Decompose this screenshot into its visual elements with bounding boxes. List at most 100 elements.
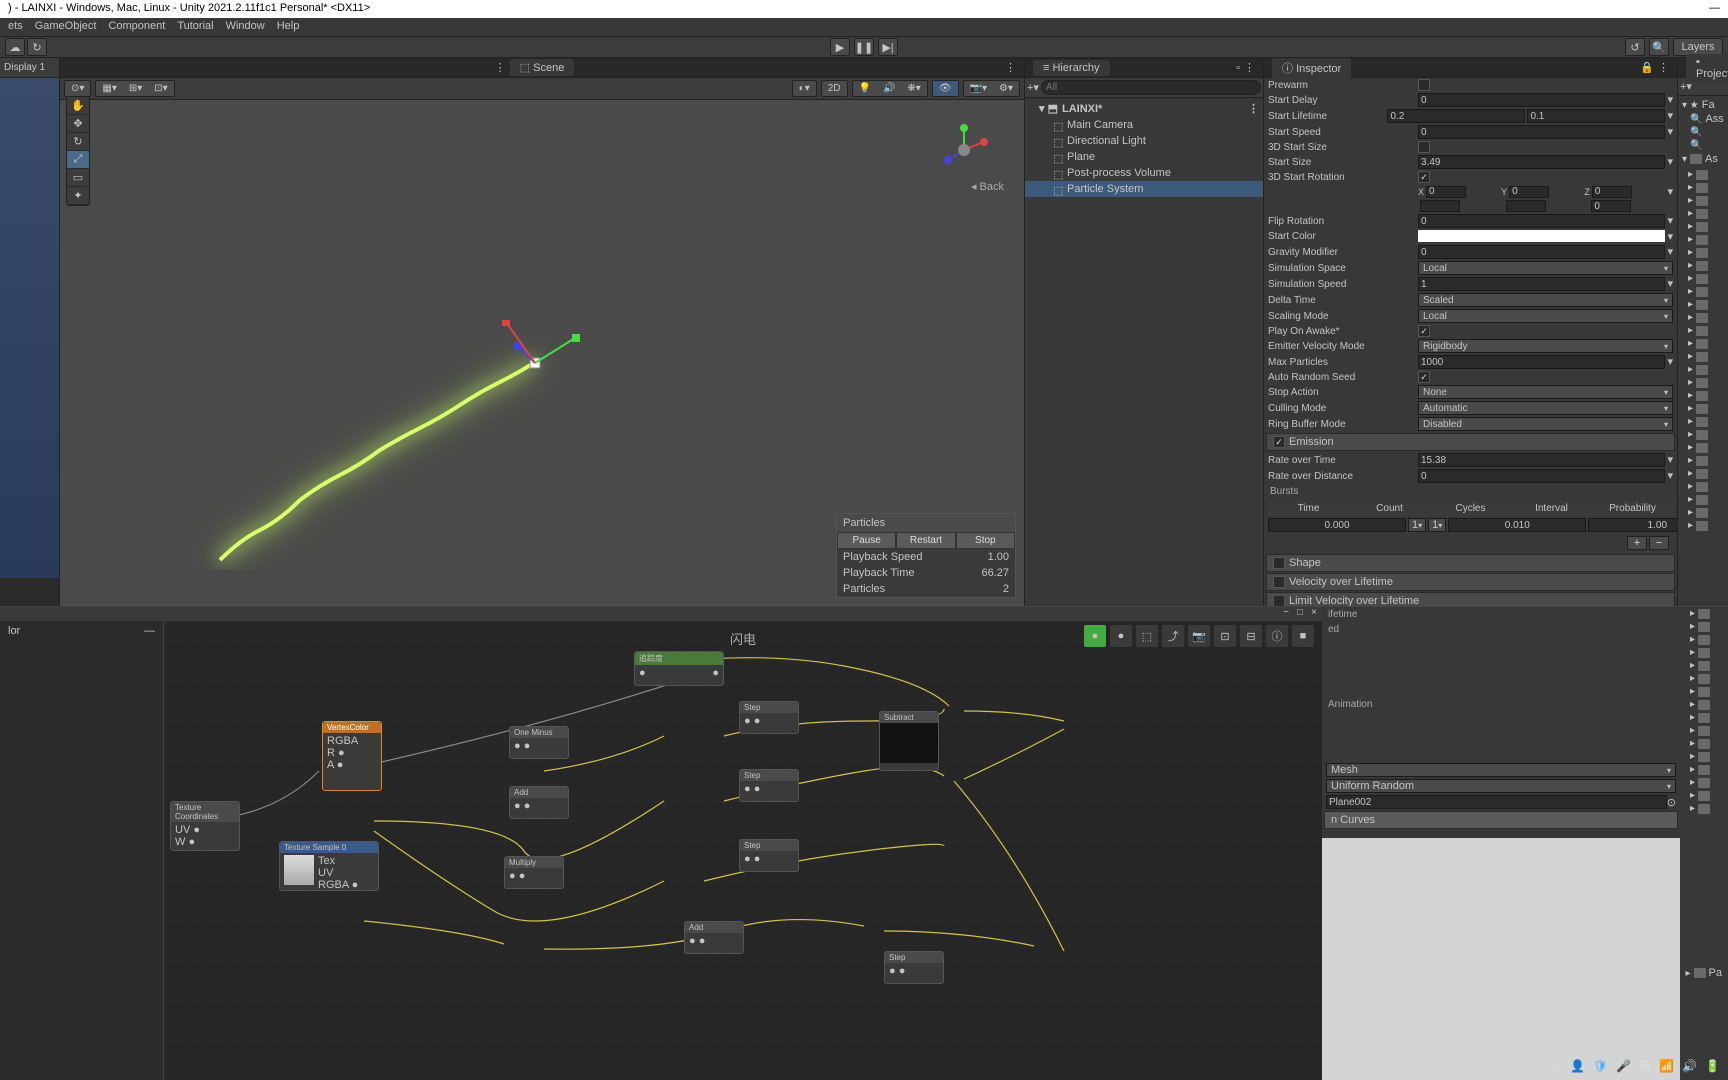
- search-icon[interactable]: 🔍: [1649, 38, 1669, 56]
- tree-item[interactable]: ⬚Particle System: [1025, 181, 1263, 197]
- restore-icon[interactable]: ▫: [1236, 62, 1240, 74]
- orientation-gizmo[interactable]: [934, 120, 994, 180]
- open-curves[interactable]: n Curves: [1324, 811, 1678, 829]
- pause-particles-button[interactable]: Pause: [837, 532, 896, 549]
- tab-menu-icon[interactable]: ⋮: [1244, 61, 1255, 74]
- field-input[interactable]: [1418, 155, 1665, 169]
- burst-count[interactable]: 1: [1408, 518, 1426, 532]
- uniform-dropdown[interactable]: Uniform Random: [1326, 779, 1676, 793]
- menu-help[interactable]: Help: [277, 20, 300, 34]
- folder-item[interactable]: ▸: [1678, 220, 1728, 233]
- share-icon[interactable]: ⤴: [1162, 625, 1184, 647]
- tree-item[interactable]: ⬚Directional Light: [1025, 133, 1263, 149]
- folder-item[interactable]: ▸: [1678, 402, 1728, 415]
- shading-dropdown[interactable]: ◐▾: [793, 81, 816, 96]
- grid-toggle[interactable]: ▦▾: [96, 81, 122, 96]
- shader-graph[interactable]: 闪电 ●●⬚ ⤴ 📷 ⊡ ⊟ ⓘ ■: [164, 621, 1322, 1080]
- rect-tool[interactable]: ▭: [67, 169, 89, 187]
- tray-mic-icon[interactable]: 🎤: [1616, 1059, 1631, 1073]
- folder-item[interactable]: ▸: [1678, 181, 1728, 194]
- dropdown[interactable]: Local: [1418, 309, 1673, 323]
- module-header[interactable]: Shape: [1266, 554, 1675, 572]
- rotate-tool[interactable]: ↻: [67, 133, 89, 151]
- play-button[interactable]: ▶: [830, 38, 850, 56]
- tray-user-icon[interactable]: 👤: [1570, 1059, 1585, 1073]
- menu-gameobject[interactable]: GameObject: [35, 20, 97, 34]
- tray-shield-icon[interactable]: 🛡: [1593, 1059, 1608, 1073]
- packages-folder[interactable]: ▸ Pa: [1684, 966, 1725, 980]
- dropdown[interactable]: Local: [1418, 261, 1673, 275]
- dropdown[interactable]: Rigidbody: [1418, 339, 1673, 353]
- node-multiply[interactable]: Multiply● ●: [504, 856, 564, 889]
- history-icon[interactable]: ↻: [27, 38, 47, 56]
- step-button[interactable]: ▶|: [878, 38, 898, 56]
- node-step[interactable]: Step● ●: [739, 839, 799, 872]
- folder-item[interactable]: ▸: [1678, 298, 1728, 311]
- scale-tool[interactable]: ⤢: [67, 151, 89, 169]
- color-field[interactable]: [1418, 230, 1665, 242]
- tray-battery-icon[interactable]: 🔋: [1705, 1059, 1720, 1073]
- inspector-tab[interactable]: ⓘ Inspector: [1272, 58, 1351, 78]
- assets-folder[interactable]: ▾ As: [1680, 152, 1726, 166]
- tree-item[interactable]: ⬚Main Camera: [1025, 117, 1263, 133]
- folder-item[interactable]: ▸: [1678, 337, 1728, 350]
- add-button[interactable]: +▾: [1680, 80, 1692, 93]
- folder-item[interactable]: ▸: [1678, 285, 1728, 298]
- remove-burst-button[interactable]: −: [1649, 536, 1669, 550]
- folder-item[interactable]: ▸: [1678, 493, 1728, 506]
- burst-time[interactable]: [1268, 518, 1406, 532]
- tree-item[interactable]: ⬚Post-process Volume: [1025, 165, 1263, 181]
- dropdown[interactable]: Disabled: [1418, 417, 1673, 431]
- folder-item[interactable]: ▸: [1678, 428, 1728, 441]
- node-green[interactable]: 追踪度●●: [634, 651, 724, 686]
- stop-icon[interactable]: ■: [1292, 625, 1314, 647]
- menu-window[interactable]: Window: [226, 20, 265, 34]
- node-step[interactable]: Step● ●: [739, 769, 799, 802]
- hand-tool[interactable]: ✋: [67, 97, 89, 115]
- folder-item[interactable]: ▸: [1678, 363, 1728, 376]
- burst-probability[interactable]: [1588, 518, 1678, 532]
- tab-menu-icon[interactable]: ⋮: [1658, 61, 1669, 74]
- node-texture-sample[interactable]: Texture Sample 0TexUVRGBA ●: [279, 841, 379, 891]
- module-header[interactable]: Velocity over Lifetime: [1266, 573, 1675, 591]
- field-input[interactable]: [1418, 245, 1665, 259]
- node-step[interactable]: Step● ●: [739, 701, 799, 734]
- node-add[interactable]: Add● ●: [684, 921, 744, 954]
- tab-menu-icon[interactable]: ⋮: [1005, 61, 1016, 74]
- field-input[interactable]: [1418, 93, 1665, 107]
- checkbox[interactable]: [1418, 79, 1430, 91]
- maximize-icon[interactable]: □: [1294, 607, 1306, 621]
- folder-item[interactable]: ▸: [1678, 350, 1728, 363]
- dropdown[interactable]: None: [1418, 385, 1673, 399]
- checkbox[interactable]: [1418, 171, 1430, 183]
- folder-item[interactable]: ▸: [1678, 259, 1728, 272]
- scene-root[interactable]: ▾ ⬒ LAINXI*⋮: [1025, 100, 1263, 117]
- project-tab[interactable]: ▪ Project: [1686, 54, 1728, 82]
- folder-item[interactable]: ▸: [1678, 389, 1728, 402]
- emission-module[interactable]: Emission: [1266, 433, 1675, 451]
- transform-tool[interactable]: ✦: [67, 187, 89, 205]
- rate-over-time-input[interactable]: [1418, 453, 1665, 467]
- back-button[interactable]: ◂ Back: [971, 180, 1004, 193]
- menu-tutorial[interactable]: Tutorial: [177, 20, 213, 34]
- hidden-toggle[interactable]: 👁: [933, 81, 958, 96]
- 2d-toggle[interactable]: 2D: [822, 81, 847, 96]
- restart-particles-button[interactable]: Restart: [896, 532, 955, 549]
- mesh-dropdown[interactable]: Mesh: [1326, 763, 1676, 777]
- menu-component[interactable]: Component: [108, 20, 165, 34]
- pause-button[interactable]: ❚❚: [854, 38, 874, 56]
- folder-item[interactable]: ▸: [1678, 168, 1728, 181]
- checkbox[interactable]: [1418, 141, 1430, 153]
- folder-item[interactable]: ▸: [1678, 376, 1728, 389]
- folder-item[interactable]: ▸: [1678, 207, 1728, 220]
- dropdown[interactable]: Automatic: [1418, 401, 1673, 415]
- folder-item[interactable]: ▸: [1678, 194, 1728, 207]
- tray-chevron-icon[interactable]: ^: [1556, 1059, 1562, 1073]
- tray-wifi-icon[interactable]: 📶: [1659, 1059, 1674, 1073]
- tray-volume-icon[interactable]: 🔊: [1682, 1059, 1697, 1073]
- module-header[interactable]: Limit Velocity over Lifetime: [1266, 592, 1675, 606]
- scene-viewport[interactable]: ◂ Back Particles Pause Restart Stop Play…: [60, 100, 1024, 606]
- favorites[interactable]: ▾ ★ Fa: [1680, 98, 1726, 112]
- checkbox[interactable]: [1418, 371, 1430, 383]
- folder-item[interactable]: ▸: [1678, 272, 1728, 285]
